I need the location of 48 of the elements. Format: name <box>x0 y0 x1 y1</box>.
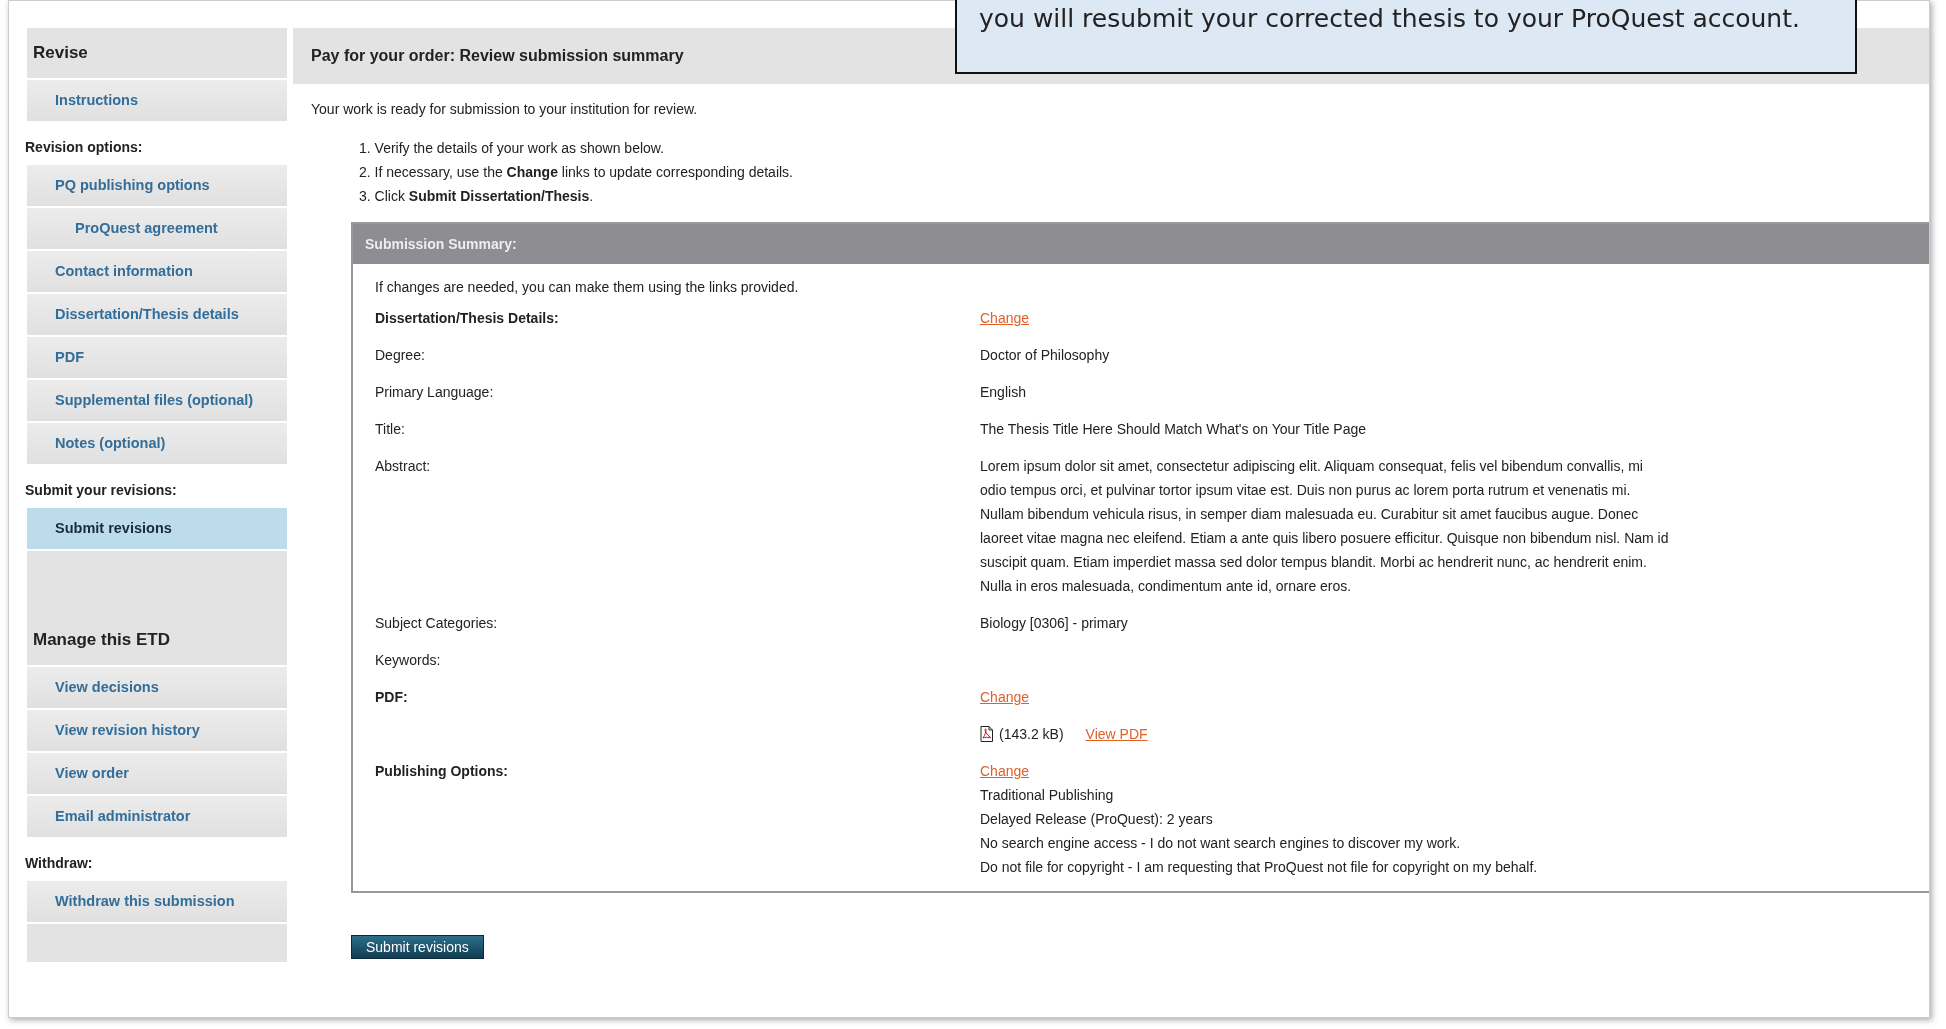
sidebar-link[interactable]: Submit revisions <box>27 508 287 551</box>
sidebar-link[interactable]: View decisions <box>27 667 287 710</box>
step-text: 2. If necessary, use the Change links to update corresponding details. <box>359 163 794 182</box>
field-label: Dissertation/Thesis Details: <box>375 310 559 326</box>
view-pdf-link[interactable]: View PDF <box>1085 722 1148 746</box>
field-value: Biology [0306] - primary <box>980 614 1129 633</box>
sidebar-heading: Revise <box>27 28 287 80</box>
field-label: Subject Categories: <box>375 615 498 631</box>
sidebar-link[interactable]: View order <box>27 753 287 796</box>
change-link[interactable]: Change <box>980 763 1030 779</box>
field-label: PDF: <box>375 689 408 705</box>
change-link[interactable]: Change <box>980 310 1030 326</box>
sidebar-heading: Manage this ETD <box>27 615 287 667</box>
field-label: Primary Language: <box>375 384 494 400</box>
sidebar-link[interactable]: PQ publishing options <box>27 165 287 208</box>
field-label: Title: <box>375 421 405 437</box>
sidebar-link[interactable]: Withdraw this submission <box>27 881 287 924</box>
field-value: English <box>980 383 1027 402</box>
sidebar-link[interactable]: Notes (optional) <box>27 423 287 466</box>
option-text: Delayed Release (ProQuest): 2 years <box>980 810 1214 829</box>
step-text: 1. Verify the details of your work as shown below. <box>359 139 666 158</box>
sidebar-link[interactable]: Email administrator <box>27 796 287 839</box>
panel-header: Submission Summary: <box>353 224 1929 264</box>
field-label: Abstract: <box>375 458 431 474</box>
option-text: Do not file for copyright - I am requesting that ProQuest not file for copyright on my behalf. <box>980 858 1539 877</box>
sidebar-link[interactable]: ProQuest agreement <box>27 208 287 251</box>
callout-note: you will resubmit your corrected thesis to your ProQuest account. <box>955 0 1857 74</box>
sidebar-link[interactable]: PDF <box>27 337 287 380</box>
step-text: 3. Click Submit Dissertation/Thesis. <box>359 187 595 206</box>
note-text: If changes are needed, you can make them using the links provided. <box>375 278 800 296</box>
pdf-file-icon <box>980 726 993 742</box>
sidebar-link[interactable]: Instructions <box>27 80 287 123</box>
field-value: The Thesis Title Here Should Match What's on Your Title Page <box>980 420 1368 439</box>
field-label: Degree: <box>375 347 425 363</box>
option-text: No search engine access - I do not want search engines to discover my work. <box>980 834 1462 853</box>
sidebar-link[interactable]: View revision history <box>27 710 287 753</box>
field-label: Publishing Options: <box>375 763 508 779</box>
sidebar-link[interactable]: Dissertation/Thesis details <box>27 294 287 337</box>
field-value: Doctor of Philosophy <box>980 346 1111 365</box>
sidebar-link[interactable]: Supplemental files (optional) <box>27 380 287 423</box>
field-value: Lorem ipsum dolor sit amet, consectetur adipiscing elit. Aliquam consequat, felis vel bibendum convallis, mi odio tempus orci, et pulvinar tortor ipsum vitae est. Duis non purus ac lorem porta rutrum et venenatis mi. Nullam bibendum vehicula risus, in semper diam malesuada eu. Curabitur sit amet faucibus augue. Donec laoreet vitae magna nec eleifend. Etiam a ante quis libero posuere efficitur. Quisque non bibendum nisl. Nam id suscipit quam. Etiam imperdiet massa sed dolor tempus blandit. Morbi ac hendrerit nunc, ac hendrerit enim. Nulla in eros malesuada, condimentum ante id, ornare eros. <box>980 457 1670 596</box>
file-size: (143.2 kB) <box>999 725 1064 744</box>
option-text: Traditional Publishing <box>980 786 1115 805</box>
field-label: Keywords: <box>375 652 441 668</box>
change-link[interactable]: Change <box>980 689 1030 705</box>
submit-button[interactable]: Submit revisions <box>351 935 484 959</box>
sidebar-link[interactable]: Contact information <box>27 251 287 294</box>
intro-text: Your work is ready for submission to your institution for review. <box>311 100 699 119</box>
